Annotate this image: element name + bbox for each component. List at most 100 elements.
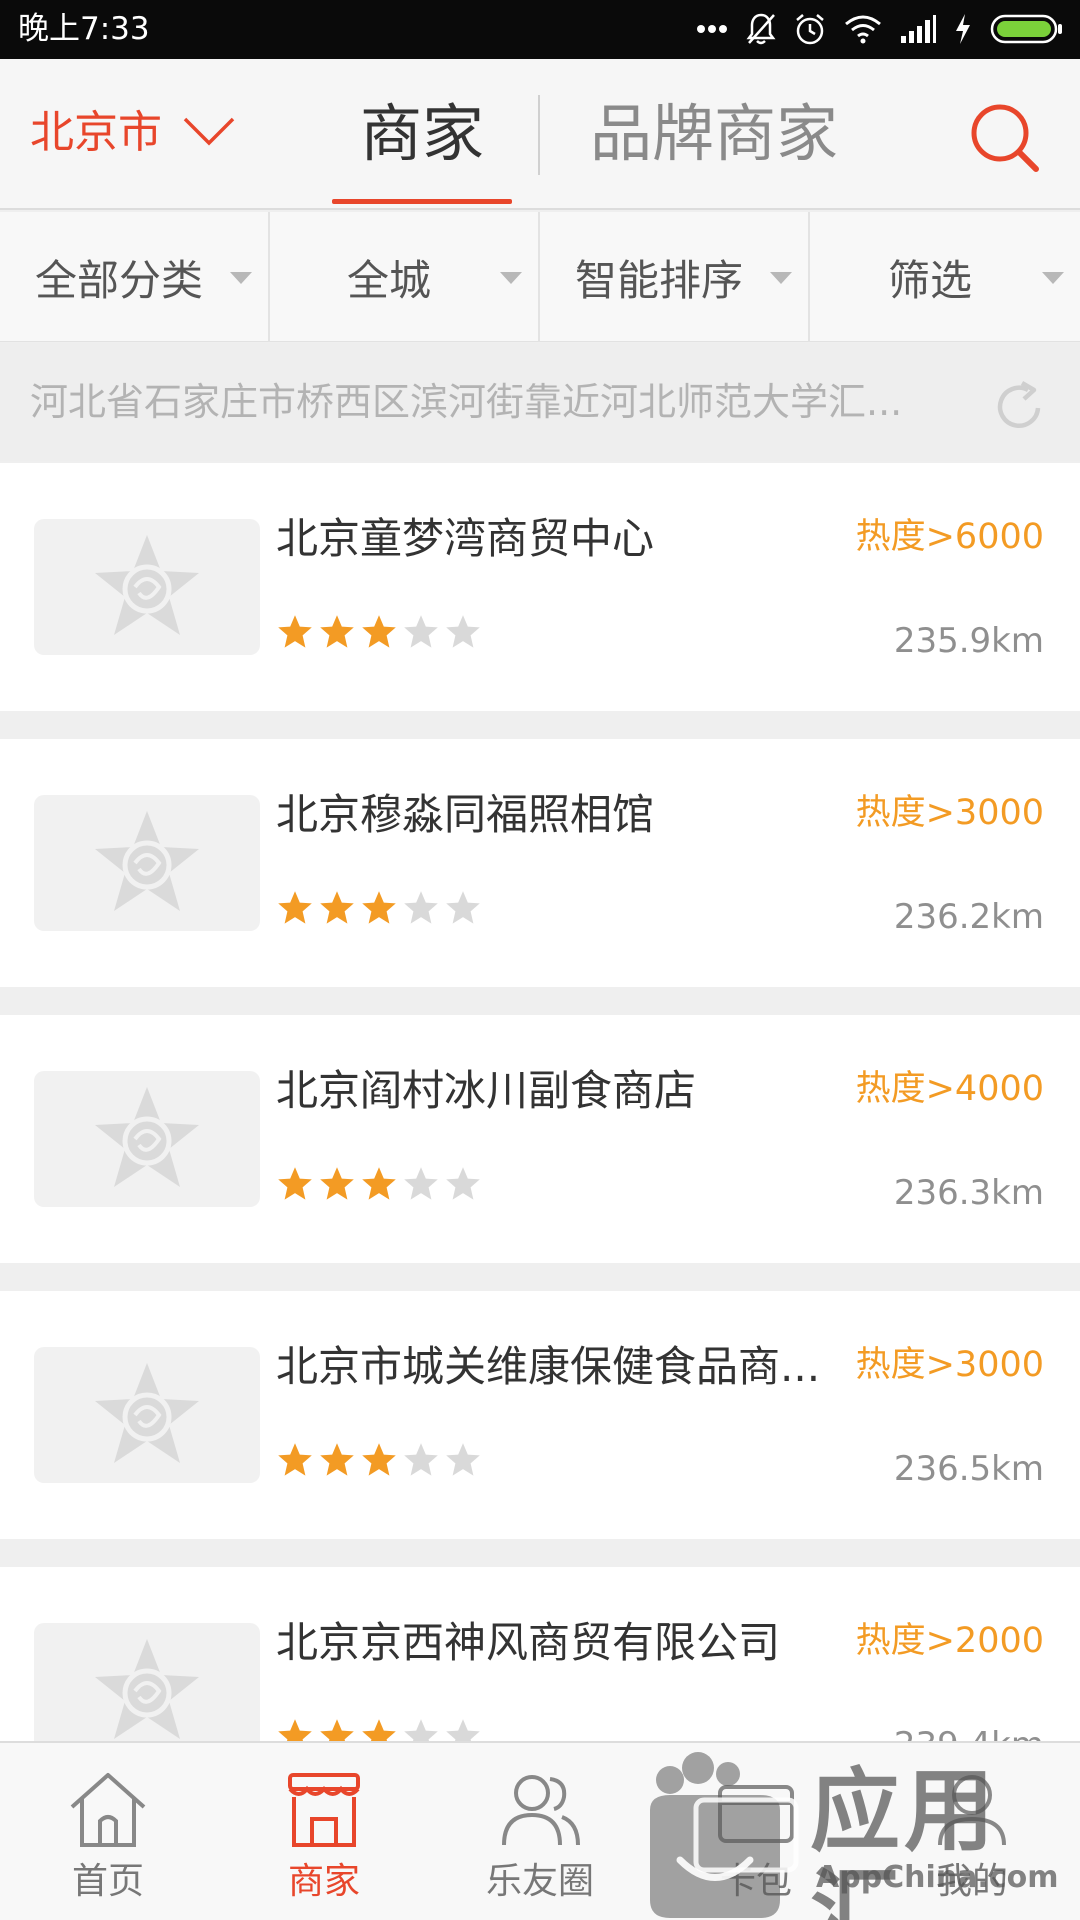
tab-divider bbox=[538, 95, 540, 175]
active-tab-indicator bbox=[332, 199, 512, 204]
nav-profile-label: 我的 bbox=[935, 1861, 1008, 1902]
star-empty-icon bbox=[444, 1717, 482, 1741]
merchant-thumbnail bbox=[34, 1347, 260, 1483]
star-filled-icon bbox=[360, 1717, 398, 1741]
star-rating bbox=[276, 1165, 482, 1203]
wifi-icon bbox=[844, 14, 882, 44]
alarm-icon bbox=[794, 12, 826, 46]
placeholder-logo-icon bbox=[95, 811, 199, 911]
merchant-name: 北京阎村冰川副食商店 bbox=[276, 1066, 697, 1115]
nav-card-wallet[interactable]: 卡包 bbox=[648, 1743, 864, 1920]
star-filled-icon bbox=[276, 1717, 314, 1741]
star-filled-icon bbox=[318, 889, 356, 927]
profile-icon bbox=[928, 1765, 1016, 1853]
caret-down-icon bbox=[230, 272, 252, 284]
filter-area[interactable]: 全城 bbox=[270, 212, 540, 342]
star-filled-icon bbox=[276, 613, 314, 651]
merchant-distance: 239.4km bbox=[894, 1722, 1044, 1741]
star-filled-icon bbox=[318, 1717, 356, 1741]
nav-home-label: 首页 bbox=[71, 1861, 144, 1902]
nav-friends-label: 乐友圈 bbox=[485, 1861, 594, 1902]
merchant-thumbnail bbox=[34, 795, 260, 931]
tab-brand-merchant[interactable]: 品牌商家 bbox=[590, 89, 838, 179]
chevron-down-icon bbox=[182, 115, 236, 151]
merchant-card[interactable]: 北京市城关维康保健食品商... 热度>3000 236.5km bbox=[0, 1291, 1080, 1539]
merchant-heat: 热度>6000 bbox=[855, 517, 1044, 557]
star-empty-icon bbox=[402, 889, 440, 927]
search-button[interactable] bbox=[966, 99, 1042, 175]
star-filled-icon bbox=[360, 1165, 398, 1203]
home-icon bbox=[64, 1765, 152, 1853]
star-rating bbox=[276, 1717, 482, 1741]
nav-home[interactable]: 首页 bbox=[0, 1743, 216, 1920]
tab-merchant[interactable]: 商家 bbox=[360, 89, 484, 179]
star-empty-icon bbox=[444, 613, 482, 651]
merchant-name: 北京京西神风商贸有限公司 bbox=[276, 1618, 781, 1667]
nav-merchant-label: 商家 bbox=[287, 1861, 360, 1902]
filter-category[interactable]: 全部分类 bbox=[0, 212, 270, 342]
star-rating bbox=[276, 613, 482, 651]
friends-icon bbox=[496, 1765, 584, 1853]
placeholder-logo-icon bbox=[95, 535, 199, 635]
top-header: 北京市 商家 品牌商家 bbox=[0, 59, 1080, 210]
merchant-name: 北京童梦湾商贸中心 bbox=[276, 514, 655, 563]
star-filled-icon bbox=[318, 613, 356, 651]
star-rating bbox=[276, 1441, 482, 1479]
placeholder-logo-icon bbox=[95, 1087, 199, 1187]
star-empty-icon bbox=[444, 1441, 482, 1479]
merchant-heat: 热度>3000 bbox=[855, 1345, 1044, 1385]
mute-bell-icon bbox=[746, 12, 776, 46]
merchant-distance: 236.5km bbox=[893, 1449, 1044, 1489]
star-filled-icon bbox=[360, 613, 398, 651]
placeholder-logo-icon bbox=[95, 1363, 199, 1463]
status-time: 晚上7:33 bbox=[18, 11, 150, 47]
merchant-card[interactable]: 北京童梦湾商贸中心 热度>6000 235.9km bbox=[0, 463, 1080, 711]
star-empty-icon bbox=[444, 889, 482, 927]
merchant-name: 北京市城关维康保健食品商... bbox=[276, 1342, 821, 1391]
refresh-location-button[interactable] bbox=[992, 378, 1048, 434]
more-dots-icon bbox=[696, 24, 728, 34]
merchant-card[interactable]: 北京穆淼同福照相馆 热度>3000 236.2km bbox=[0, 739, 1080, 987]
battery-icon bbox=[990, 14, 1064, 44]
status-bar: 晚上7:33 bbox=[0, 0, 1080, 59]
location-bar: 河北省石家庄市桥西区滨河街靠近河北师范大学汇... bbox=[0, 343, 1080, 461]
caret-down-icon bbox=[500, 272, 522, 284]
status-icons bbox=[696, 9, 1064, 49]
star-filled-icon bbox=[360, 1441, 398, 1479]
merchant-thumbnail bbox=[34, 519, 260, 655]
merchant-distance: 236.3km bbox=[893, 1173, 1044, 1213]
star-filled-icon bbox=[360, 889, 398, 927]
star-empty-icon bbox=[402, 1717, 440, 1741]
filter-screen[interactable]: 筛选 bbox=[810, 212, 1080, 342]
star-empty-icon bbox=[402, 1165, 440, 1203]
star-filled-icon bbox=[276, 889, 314, 927]
merchant-card[interactable]: 北京阎村冰川副食商店 热度>4000 236.3km bbox=[0, 1015, 1080, 1263]
nav-friends[interactable]: 乐友圈 bbox=[432, 1743, 648, 1920]
filter-area-label: 全城 bbox=[346, 255, 431, 305]
signal-icon bbox=[900, 14, 936, 44]
bottom-nav: 首页 商家 乐友圈 卡包 我的 bbox=[0, 1741, 1080, 1920]
nav-profile[interactable]: 我的 bbox=[864, 1743, 1080, 1920]
caret-down-icon bbox=[1042, 272, 1064, 284]
nav-merchant[interactable]: 商家 bbox=[216, 1743, 432, 1920]
card-wallet-icon bbox=[712, 1765, 800, 1853]
merchant-distance: 236.2km bbox=[893, 897, 1044, 937]
star-filled-icon bbox=[318, 1441, 356, 1479]
filter-bar: 全部分类 全城 智能排序 筛选 bbox=[0, 212, 1080, 342]
city-selector[interactable]: 北京市 bbox=[30, 103, 236, 163]
refresh-icon bbox=[992, 381, 1048, 438]
merchant-card[interactable]: 北京京西神风商贸有限公司 热度>2000 239.4km bbox=[0, 1567, 1080, 1741]
city-name: 北京市 bbox=[30, 107, 162, 158]
app-screen: 晚上7:33 北京市 商家 品牌商家 全部分类 全城 智能排序 筛选 河北省石家… bbox=[0, 0, 1080, 1920]
star-empty-icon bbox=[402, 1441, 440, 1479]
merchant-heat: 热度>3000 bbox=[855, 793, 1044, 833]
filter-category-label: 全部分类 bbox=[34, 255, 203, 305]
caret-down-icon bbox=[770, 272, 792, 284]
nav-card-wallet-label: 卡包 bbox=[719, 1861, 792, 1902]
filter-sort-label: 智能排序 bbox=[574, 255, 743, 305]
store-icon bbox=[280, 1765, 368, 1853]
placeholder-logo-icon bbox=[95, 1639, 199, 1739]
filter-sort[interactable]: 智能排序 bbox=[540, 212, 810, 342]
star-empty-icon bbox=[402, 613, 440, 651]
merchant-heat: 热度>2000 bbox=[855, 1621, 1044, 1661]
